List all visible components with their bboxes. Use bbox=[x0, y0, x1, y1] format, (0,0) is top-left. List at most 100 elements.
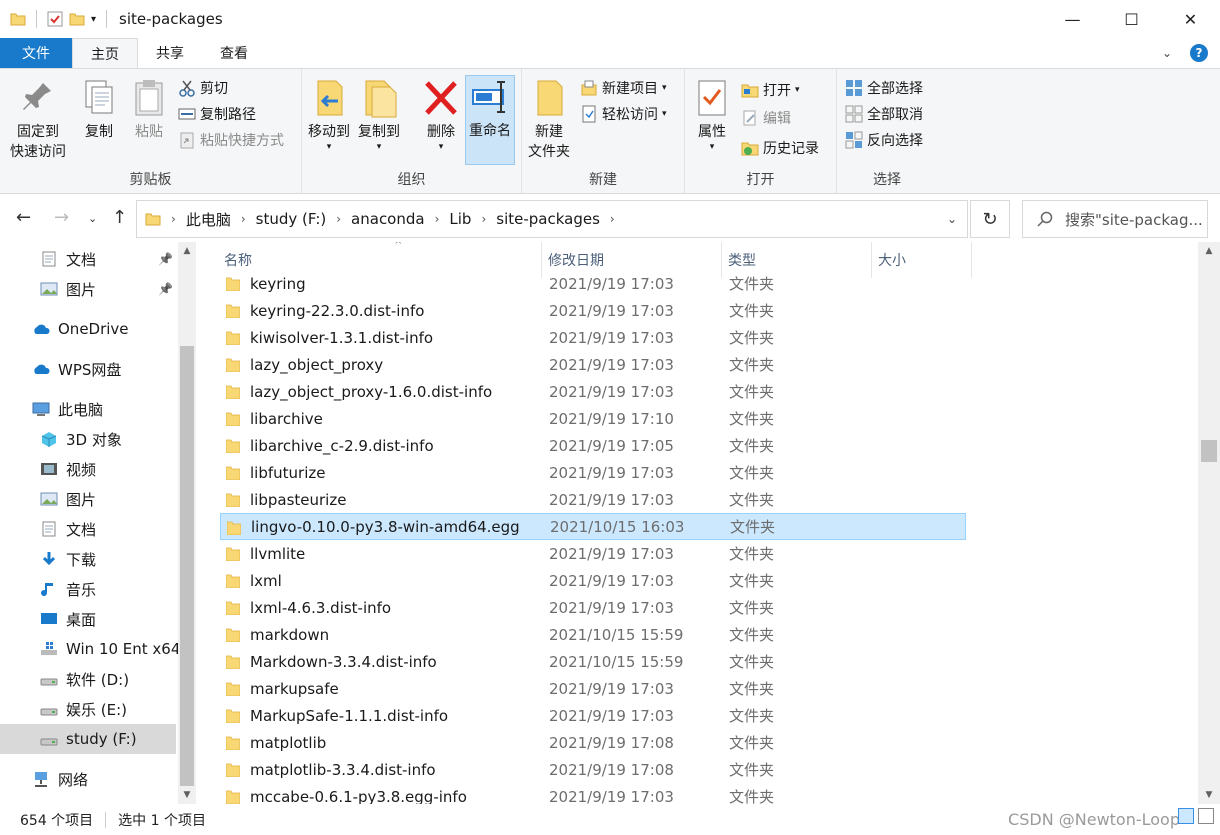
nav-item-16[interactable]: 网络 bbox=[0, 764, 176, 794]
refresh-button[interactable]: ↻ bbox=[970, 200, 1010, 238]
file-list-scrollbar[interactable]: ▲ ▼ bbox=[1198, 242, 1220, 804]
delete-button[interactable]: 删除 ▾ bbox=[422, 77, 460, 152]
nav-item-10[interactable]: 音乐 bbox=[0, 574, 176, 604]
help-icon[interactable]: ? bbox=[1190, 44, 1208, 62]
file-row[interactable]: keyring 2021/9/19 17:03 文件夹 bbox=[220, 270, 966, 297]
chevron-right-icon[interactable]: › bbox=[241, 212, 246, 226]
breadcrumb-anaconda[interactable]: anaconda bbox=[351, 210, 425, 228]
file-row[interactable]: kiwisolver-1.3.1.dist-info 2021/9/19 17:0… bbox=[220, 324, 966, 351]
file-row[interactable]: keyring-22.3.0.dist-info 2021/9/19 17:03 文… bbox=[220, 297, 966, 324]
maximize-button[interactable]: ☐ bbox=[1102, 0, 1161, 38]
file-row[interactable]: lazy_object_proxy 2021/9/19 17:03 文件夹 bbox=[220, 351, 966, 378]
file-row[interactable]: lxml 2021/9/19 17:03 文件夹 bbox=[220, 567, 966, 594]
scroll-up-icon[interactable]: ▲ bbox=[1198, 242, 1220, 260]
paste-button[interactable]: 粘贴 bbox=[130, 77, 168, 142]
nav-item-4[interactable]: 此电脑 bbox=[0, 394, 176, 424]
tab-file[interactable]: 文件 bbox=[0, 38, 72, 68]
new-folder-button[interactable]: 新建 文件夹 bbox=[528, 77, 570, 162]
properties-check-icon[interactable] bbox=[47, 11, 63, 27]
nav-item-12[interactable]: Win 10 Ent x64 bbox=[0, 634, 180, 664]
recent-locations-icon[interactable]: ⌄ bbox=[88, 212, 97, 225]
tab-home[interactable]: 主页 bbox=[72, 38, 138, 68]
history-icon bbox=[741, 142, 759, 156]
nav-item-13[interactable]: 软件 (D:) bbox=[0, 664, 176, 694]
open-button[interactable]: 打开 ▾ bbox=[741, 79, 800, 101]
new-item-button[interactable]: 新建项目 ▾ bbox=[580, 77, 667, 99]
file-row[interactable]: lxml-4.6.3.dist-info 2021/9/19 17:03 文件夹 bbox=[220, 594, 966, 621]
file-row[interactable]: libarchive 2021/9/19 17:10 文件夹 bbox=[220, 405, 966, 432]
file-row[interactable]: lazy_object_proxy-1.6.0.dist-info 2021/9/… bbox=[220, 378, 966, 405]
chevron-right-icon[interactable]: › bbox=[435, 212, 440, 226]
rename-button[interactable]: 重命名 bbox=[465, 75, 515, 165]
breadcrumb-lib[interactable]: Lib bbox=[449, 210, 471, 228]
up-arrow-icon[interactable]: ↑ bbox=[112, 207, 127, 228]
scrollbar-thumb[interactable] bbox=[1201, 440, 1217, 462]
file-row[interactable]: lingvo-0.10.0-py3.8-win-amd64.egg 2021/10… bbox=[220, 513, 966, 540]
pin-quick-access-button[interactable]: 固定到 快速访问 bbox=[10, 77, 66, 162]
easy-access-button[interactable]: 轻松访问 ▾ bbox=[580, 103, 667, 125]
scroll-up-icon[interactable]: ▲ bbox=[178, 242, 196, 260]
file-row[interactable]: markupsafe 2021/9/19 17:03 文件夹 bbox=[220, 675, 966, 702]
breadcrumb-site-packages[interactable]: site-packages bbox=[496, 210, 600, 228]
select-all-button[interactable]: 全部选择 bbox=[845, 77, 923, 99]
nav-item-5[interactable]: 3D 对象 bbox=[0, 424, 176, 454]
scrollbar-thumb[interactable] bbox=[180, 346, 194, 786]
nav-item-3[interactable]: WPS网盘 bbox=[0, 354, 176, 384]
details-view-icon[interactable] bbox=[1178, 808, 1194, 824]
edit-button[interactable]: 编辑 bbox=[741, 107, 791, 129]
nav-item-1[interactable]: 图片 📌 bbox=[0, 274, 176, 304]
file-row[interactable]: Markdown-3.3.4.dist-info 2021/10/15 15:59… bbox=[220, 648, 966, 675]
select-none-button[interactable]: 全部取消 bbox=[845, 103, 923, 125]
breadcrumb-study[interactable]: study (F:) bbox=[256, 210, 327, 228]
nav-item-label: OneDrive bbox=[58, 320, 129, 338]
address-dropdown-icon[interactable]: ⌄ bbox=[947, 212, 957, 226]
collapse-ribbon-icon[interactable]: ⌄ bbox=[1162, 46, 1172, 60]
new-folder-icon[interactable] bbox=[69, 11, 85, 27]
nav-item-7[interactable]: 图片 bbox=[0, 484, 176, 514]
drive-icon bbox=[40, 678, 58, 686]
paste-shortcut-button[interactable]: 粘贴快捷方式 bbox=[178, 129, 284, 151]
nav-item-2[interactable]: OneDrive bbox=[0, 314, 176, 344]
file-row[interactable]: markdown 2021/10/15 15:59 文件夹 bbox=[220, 621, 966, 648]
properties-button[interactable]: 属性 ▾ bbox=[693, 77, 731, 152]
nav-item-6[interactable]: 视频 bbox=[0, 454, 176, 484]
nav-item-15[interactable]: study (F:) bbox=[0, 724, 176, 754]
nav-item-8[interactable]: 文档 bbox=[0, 514, 176, 544]
search-input[interactable]: 搜索"site-packag... bbox=[1022, 200, 1208, 238]
nav-item-0[interactable]: 文档 📌 bbox=[0, 244, 176, 274]
cut-button[interactable]: 剪切 bbox=[178, 77, 228, 99]
large-icons-view-icon[interactable] bbox=[1198, 808, 1214, 824]
file-row[interactable]: libarchive_c-2.9.dist-info 2021/9/19 17:0… bbox=[220, 432, 966, 459]
nav-item-11[interactable]: 桌面 bbox=[0, 604, 176, 634]
history-button[interactable]: 历史记录 bbox=[741, 137, 819, 159]
chevron-right-icon[interactable]: › bbox=[610, 212, 615, 226]
forward-arrow-icon[interactable]: → bbox=[54, 207, 69, 228]
file-row[interactable]: matplotlib-3.3.4.dist-info 2021/9/19 17:0… bbox=[220, 756, 966, 783]
scroll-down-icon[interactable]: ▼ bbox=[1198, 786, 1220, 804]
close-button[interactable]: ✕ bbox=[1161, 0, 1220, 38]
nav-item-9[interactable]: 下载 bbox=[0, 544, 176, 574]
nav-pane-scrollbar[interactable]: ▲ ▼ bbox=[178, 242, 196, 804]
customize-dropdown-icon[interactable]: ▾ bbox=[91, 14, 96, 25]
scroll-down-icon[interactable]: ▼ bbox=[178, 786, 196, 804]
nav-item-14[interactable]: 娱乐 (E:) bbox=[0, 694, 176, 724]
copy-button[interactable]: 复制 bbox=[80, 77, 118, 142]
file-row[interactable]: matplotlib 2021/9/19 17:08 文件夹 bbox=[220, 729, 966, 756]
file-row[interactable]: llvmlite 2021/9/19 17:03 文件夹 bbox=[220, 540, 966, 567]
address-bar[interactable]: › 此电脑 › study (F:) › anaconda › Lib › si… bbox=[136, 200, 968, 238]
minimize-button[interactable]: — bbox=[1043, 0, 1102, 38]
chevron-right-icon[interactable]: › bbox=[336, 212, 341, 226]
chevron-right-icon[interactable]: › bbox=[481, 212, 486, 226]
breadcrumb-this-pc[interactable]: 此电脑 bbox=[186, 209, 231, 230]
file-row[interactable]: mccabe-0.6.1-py3.8.egg-info 2021/9/19 17:… bbox=[220, 783, 966, 804]
copy-path-button[interactable]: 复制路径 bbox=[178, 103, 256, 125]
tab-view[interactable]: 查看 bbox=[202, 38, 266, 68]
file-row[interactable]: libpasteurize 2021/9/19 17:03 文件夹 bbox=[220, 486, 966, 513]
tab-share[interactable]: 共享 bbox=[138, 38, 202, 68]
copy-to-button[interactable]: 复制到 ▾ bbox=[358, 77, 400, 152]
move-to-button[interactable]: 移动到 ▾ bbox=[308, 77, 350, 152]
file-row[interactable]: libfuturize 2021/9/19 17:03 文件夹 bbox=[220, 459, 966, 486]
file-row[interactable]: MarkupSafe-1.1.1.dist-info 2021/9/19 17:0… bbox=[220, 702, 966, 729]
invert-selection-button[interactable]: 反向选择 bbox=[845, 129, 923, 151]
back-arrow-icon[interactable]: ← bbox=[16, 207, 31, 228]
